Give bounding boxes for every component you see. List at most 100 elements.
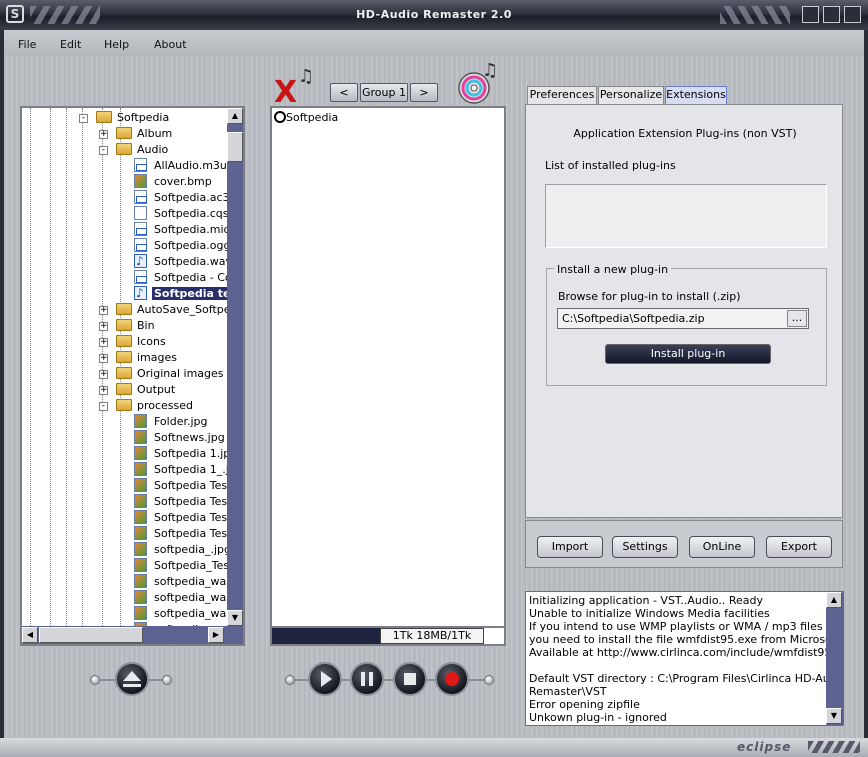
- export-button[interactable]: Export: [766, 536, 832, 558]
- tree-file[interactable]: Softpedia 1.jpg: [134, 446, 239, 462]
- tree-folder[interactable]: + images: [99, 350, 179, 366]
- playlist-item-label: Softpedia: [286, 111, 339, 124]
- online-button[interactable]: OnLine: [689, 536, 755, 558]
- tree-file[interactable]: cover.bmp: [134, 174, 214, 190]
- tree-file[interactable]: Softpedia.wav: [134, 253, 234, 270]
- folder-icon: [116, 303, 132, 315]
- import-button[interactable]: Import: [537, 536, 603, 558]
- tree-folder[interactable]: - Audio: [99, 142, 170, 158]
- tree-folder[interactable]: + AutoSave_Softped: [99, 302, 239, 318]
- close-button[interactable]: [844, 6, 861, 23]
- tree-item-label: Softpedia tes: [152, 287, 240, 300]
- tree-file[interactable]: softpedia_.jpg: [134, 542, 233, 558]
- collapse-icon[interactable]: -: [79, 114, 88, 123]
- title-bar[interactable]: S HD-Audio Remaster 2.0: [0, 0, 868, 30]
- tree-item-label: Softpedia.ogg: [154, 239, 231, 252]
- scroll-right-icon[interactable]: ▶: [208, 627, 224, 643]
- tree-vertical-scrollbar[interactable]: ▲ ▼: [227, 108, 243, 626]
- tree-item-label: Icons: [137, 335, 166, 348]
- group-next-button[interactable]: >: [410, 83, 438, 102]
- tree-file[interactable]: Softpedia - Cop: [134, 270, 241, 286]
- tree-folder[interactable]: - processed: [99, 398, 195, 414]
- cd-icon[interactable]: ♫: [456, 56, 506, 104]
- tree-file[interactable]: Softpedia tes: [134, 285, 240, 302]
- browse-button[interactable]: ...: [787, 310, 807, 327]
- tab-extensions[interactable]: Extensions: [665, 86, 727, 104]
- tree-folder[interactable]: + Album: [99, 126, 174, 142]
- expand-icon[interactable]: +: [99, 322, 108, 331]
- right-knob: [162, 675, 172, 685]
- menu-help[interactable]: Help: [104, 38, 129, 51]
- log-line: If you intend to use WMP playlists or WM…: [529, 620, 823, 633]
- expand-icon[interactable]: +: [99, 386, 108, 395]
- tab-preferences[interactable]: Preferences: [527, 86, 597, 104]
- stop-button[interactable]: [393, 662, 427, 696]
- collapse-icon[interactable]: -: [99, 402, 108, 411]
- expand-icon[interactable]: +: [99, 306, 108, 315]
- tree-file[interactable]: Softpedia Test: [134, 478, 233, 494]
- menu-file[interactable]: File: [18, 38, 36, 51]
- tree-file[interactable]: Softnews.jpg: [134, 430, 227, 446]
- scroll-up-icon[interactable]: ▲: [227, 108, 243, 124]
- collapse-icon[interactable]: -: [99, 146, 108, 155]
- delete-x-icon[interactable]: X ♫: [272, 58, 324, 106]
- stop-icon: [404, 673, 416, 685]
- settings-button[interactable]: Settings: [612, 536, 678, 558]
- pause-button[interactable]: [350, 662, 384, 696]
- log-scroll-down-icon[interactable]: ▼: [826, 708, 842, 724]
- tree-horizontal-scrollbar[interactable]: ◀ ▶: [22, 626, 243, 644]
- tree-file[interactable]: Softpedia Test: [134, 510, 233, 526]
- log-scrollbar[interactable]: ▲ ▼: [826, 592, 843, 725]
- tree-file[interactable]: Softpedia_Test: [134, 558, 235, 574]
- eject-button[interactable]: [115, 662, 149, 696]
- tree-file[interactable]: softpedia_wallp: [134, 606, 241, 622]
- scroll-down-icon[interactable]: ▼: [227, 610, 243, 626]
- tree-file[interactable]: Folder.jpg: [134, 414, 210, 430]
- minimize-button[interactable]: [802, 6, 819, 23]
- tree-item-label: Softnews.jpg: [154, 431, 225, 444]
- tree-file[interactable]: Softpedia.ac3: [134, 190, 232, 206]
- file-tree[interactable]: - Softpedia + Album - Audio AllAudio.m3u cover.…: [20, 106, 245, 646]
- scroll-h-thumb[interactable]: [39, 627, 143, 643]
- playlist-status: 1Tk 18MB/1Tk: [380, 628, 484, 644]
- menu-edit[interactable]: Edit: [60, 38, 81, 51]
- group-prev-button[interactable]: <: [330, 83, 358, 102]
- tree-file[interactable]: softpedia_wallp: [134, 574, 241, 590]
- tree-file[interactable]: softpedia_wallp: [134, 590, 241, 606]
- tree-item-label: processed: [137, 399, 194, 412]
- scroll-left-icon[interactable]: ◀: [22, 627, 38, 643]
- tree-folder[interactable]: - Softpedia: [79, 110, 171, 126]
- tree-folder[interactable]: + Output: [99, 382, 177, 398]
- tab-personalize[interactable]: Personalize: [598, 86, 664, 104]
- group-label[interactable]: Group 1: [360, 83, 408, 102]
- tree-file[interactable]: Softpedia Test: [134, 494, 233, 510]
- tree-file[interactable]: Softpedia.mid: [134, 222, 232, 238]
- maximize-button[interactable]: [823, 6, 840, 23]
- installed-plugins-list[interactable]: [545, 184, 827, 248]
- tree-guide-line: [66, 108, 67, 628]
- file-icon: [134, 526, 147, 540]
- tree-folder[interactable]: + Bin: [99, 318, 157, 334]
- record-button[interactable]: [435, 662, 469, 696]
- install-plugin-button[interactable]: Install plug-in: [605, 344, 771, 364]
- expand-icon[interactable]: +: [99, 338, 108, 347]
- log-panel[interactable]: Initializing application - VST..Audio.. …: [525, 591, 844, 726]
- tree-file[interactable]: Softpedia.ogg: [134, 238, 232, 254]
- scroll-thumb[interactable]: [227, 132, 243, 162]
- playlist-item[interactable]: Softpedia: [274, 110, 338, 126]
- plugin-path-input[interactable]: C:\Softpedia\Softpedia.zip: [557, 308, 809, 329]
- playlist-panel[interactable]: Softpedia: [270, 106, 506, 646]
- tree-file[interactable]: Softpedia 1_.jp: [134, 462, 238, 478]
- tree-folder[interactable]: + Icons: [99, 334, 168, 350]
- tree-file[interactable]: Softpedia.cqs: [134, 206, 231, 222]
- log-scroll-up-icon[interactable]: ▲: [826, 592, 842, 608]
- expand-icon[interactable]: +: [99, 130, 108, 139]
- tree-file[interactable]: Softpedia Test: [134, 526, 233, 542]
- expand-icon[interactable]: +: [99, 354, 108, 363]
- log-line: Remaster\VST: [529, 685, 607, 698]
- tree-file[interactable]: AllAudio.m3u: [134, 158, 229, 174]
- expand-icon[interactable]: +: [99, 370, 108, 379]
- play-button[interactable]: [308, 662, 342, 696]
- menu-about[interactable]: About: [154, 38, 187, 51]
- tree-folder[interactable]: + Original images: [99, 366, 226, 382]
